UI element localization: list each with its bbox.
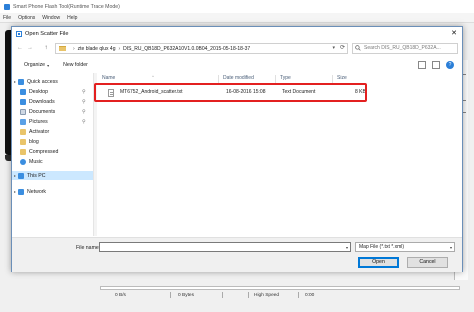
- up-button[interactable]: ↑: [42, 44, 50, 53]
- nav-this-pc[interactable]: ▸ This PC: [12, 171, 93, 180]
- status-divider: [298, 292, 299, 298]
- menu-window[interactable]: Window: [42, 15, 60, 21]
- app-statusbar: 0 B/s 0 Bytes High Speed 0:00: [0, 291, 474, 299]
- nav-label: Pictures: [29, 118, 48, 125]
- documents-icon: [20, 108, 26, 115]
- filename-input[interactable]: ▾: [99, 242, 351, 252]
- status-time: 0:00: [305, 292, 315, 298]
- status-divider: [170, 292, 171, 298]
- app-titlebar: Smart Phone Flash Tool(Runtime Trace Mod…: [0, 0, 474, 13]
- nav-label: Music: [29, 158, 43, 165]
- status-divider: [248, 292, 249, 298]
- sort-arrow-icon: ^: [152, 74, 154, 79]
- nav-desktop[interactable]: Desktop ⚲: [12, 87, 93, 96]
- dialog-titlebar: Open Scatter File ✕: [12, 27, 462, 40]
- downloads-icon: [20, 98, 26, 105]
- nav-blog[interactable]: blog: [12, 137, 93, 146]
- app-menubar: File Options Window Help: [0, 13, 474, 23]
- dialog-title: Open Scatter File: [25, 30, 69, 37]
- chevron-down-icon: ▾: [47, 62, 50, 68]
- nav-documents[interactable]: Documents ⚲: [12, 107, 93, 116]
- forward-button[interactable]: →: [26, 44, 34, 53]
- nav-compressed[interactable]: Compressed: [12, 147, 93, 156]
- menu-help[interactable]: Help: [67, 15, 77, 21]
- open-button[interactable]: Open: [358, 257, 399, 268]
- pin-icon: ⚲: [82, 88, 86, 95]
- nav-label: blog: [29, 138, 39, 145]
- pictures-icon: [20, 118, 26, 125]
- music-icon: [20, 158, 26, 165]
- pin-icon: ⚲: [82, 98, 86, 105]
- nav-activator[interactable]: Activator: [12, 127, 93, 136]
- desktop-icon: [20, 88, 26, 95]
- pin-icon: ⚲: [82, 108, 86, 115]
- dialog-app-icon: [16, 30, 22, 37]
- nav-pictures[interactable]: Pictures ⚲: [12, 117, 93, 126]
- menu-file[interactable]: File: [3, 15, 11, 21]
- close-button[interactable]: ✕: [449, 29, 459, 38]
- nav-downloads[interactable]: Downloads ⚲: [12, 97, 93, 106]
- view-options-icon[interactable]: [418, 61, 426, 69]
- app-title: Smart Phone Flash Tool(Runtime Trace Mod…: [13, 3, 120, 10]
- folder-icon: [59, 46, 66, 51]
- nav-quick-access[interactable]: ▸ Quick access: [12, 77, 93, 86]
- folder-icon: [20, 138, 26, 145]
- toolbar-right: ?: [412, 61, 454, 69]
- address-bar[interactable]: › zte blade qlux 4g › DIS_RU_QB18D_P632A…: [55, 43, 348, 54]
- folder-icon: [20, 128, 26, 135]
- column-label: Name: [102, 75, 116, 81]
- filetype-value: Map File (*.txt *.xml): [359, 244, 405, 250]
- status-divider: [222, 292, 223, 298]
- chevron-down-icon: ▾: [449, 245, 452, 250]
- address-row: ← → ↑ › zte blade qlux 4g › DIS_RU_QB18D…: [12, 42, 462, 56]
- breadcrumb-item[interactable]: zte blade qlux 4g: [78, 46, 116, 52]
- pin-icon: ⚲: [82, 118, 86, 125]
- status-mode: High Speed: [254, 292, 280, 298]
- pc-icon: [18, 172, 24, 179]
- progress-bar: [100, 286, 460, 290]
- nav-label: Compressed: [29, 148, 59, 155]
- nav-music[interactable]: Music: [12, 157, 93, 166]
- cancel-button[interactable]: Cancel: [407, 257, 448, 268]
- nav-label: This PC: [27, 172, 46, 179]
- chevron-down-icon[interactable]: ▾: [332, 44, 335, 53]
- open-scatter-file-dialog: Open Scatter File ✕ ← → ↑ › zte blade ql…: [11, 26, 463, 272]
- dialog-footer: File name: ▾ Map File (*.txt *.xml) ▾ Op…: [12, 237, 462, 272]
- nav-label: Desktop: [29, 88, 49, 95]
- back-button[interactable]: ←: [16, 44, 24, 53]
- nav-label: Quick access: [27, 78, 58, 85]
- search-input[interactable]: Search DIS_RU_QB18D_P632A...: [352, 43, 458, 54]
- nav-label: Documents: [29, 108, 56, 115]
- filename-label: File name:: [76, 245, 101, 251]
- help-icon[interactable]: ?: [446, 61, 454, 69]
- organize-label: Organize: [24, 62, 46, 68]
- dialog-toolbar: Organize ▾ New folder ?: [12, 59, 462, 71]
- navigation-pane: ▸ Quick access Desktop ⚲ Downloads ⚲ Doc…: [12, 73, 94, 236]
- filetype-select[interactable]: Map File (*.txt *.xml) ▾: [355, 242, 455, 252]
- network-icon: [18, 188, 24, 195]
- highlight-box: [94, 83, 367, 102]
- status-bytes: 0 Bytes: [178, 292, 194, 298]
- refresh-icon[interactable]: ⟳: [340, 44, 345, 53]
- status-speed: 0 B/s: [115, 292, 126, 298]
- nav-label: Activator: [29, 128, 50, 135]
- nav-label: Network: [27, 188, 47, 195]
- new-folder-button[interactable]: New folder: [63, 62, 88, 68]
- folder-icon: [20, 148, 26, 155]
- chevron-down-icon[interactable]: ▾: [346, 243, 348, 252]
- search-icon: [355, 45, 361, 51]
- breadcrumb-item[interactable]: DIS_RU_QB18D_P632A10V1.0.0B04_2015-05-18…: [123, 46, 250, 52]
- breadcrumb-separator: ›: [73, 45, 75, 52]
- breadcrumb-separator: ›: [118, 45, 121, 52]
- organize-button[interactable]: Organize ▾: [24, 62, 49, 68]
- new-folder-label: New folder: [63, 62, 88, 68]
- search-placeholder: Search DIS_RU_QB18D_P632A...: [364, 45, 441, 51]
- star-icon: [18, 78, 24, 85]
- nav-label: Downloads: [29, 98, 55, 105]
- nav-network[interactable]: ▸ Network: [12, 187, 93, 196]
- preview-pane-icon[interactable]: [432, 61, 440, 69]
- menu-options[interactable]: Options: [18, 15, 35, 21]
- app-logo-icon: [4, 3, 10, 10]
